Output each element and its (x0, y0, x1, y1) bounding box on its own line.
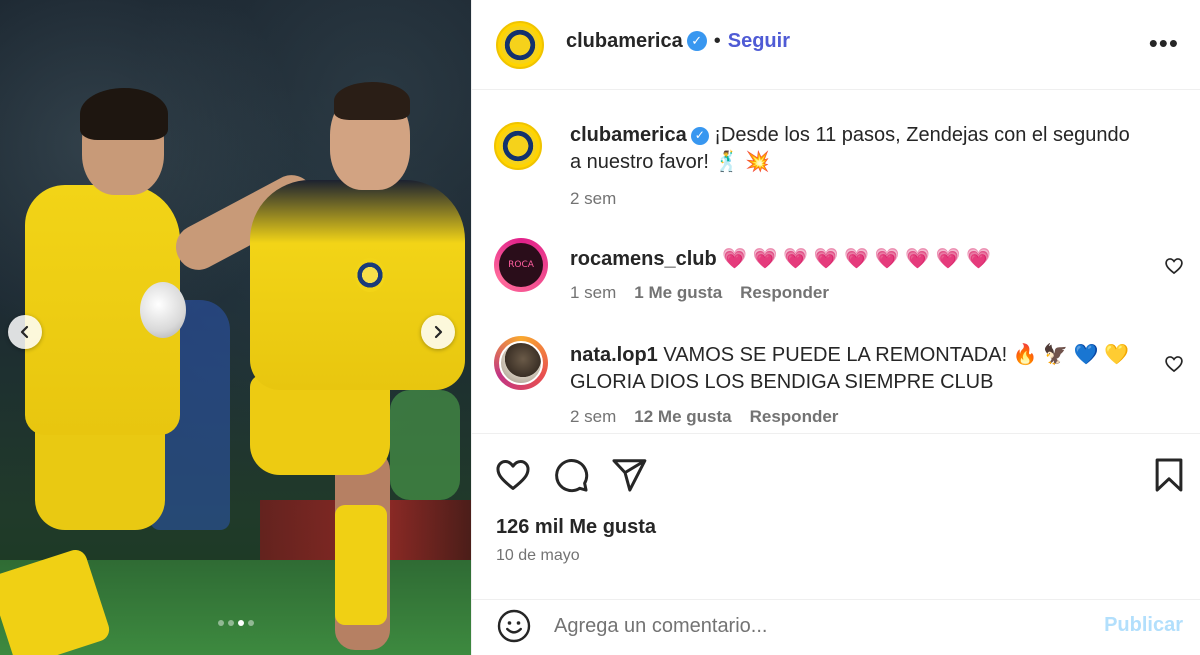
caption-username[interactable]: clubamerica (570, 124, 687, 146)
jersey-crest (355, 258, 385, 292)
carousel-prev-button[interactable] (8, 315, 42, 349)
post-side-panel: clubamerica ✓ • Seguir ••• clubamerica ✓ ¡De… (471, 0, 1200, 655)
post-caption: clubamerica ✓ ¡Desde los 11 pasos, Zendej… (494, 122, 1184, 212)
commenter-avatar[interactable] (494, 336, 548, 390)
carousel-dots (0, 620, 471, 626)
post-header: clubamerica ✓ • Seguir ••• (472, 0, 1200, 90)
photo-ball (140, 282, 186, 338)
avatar-logo-text: ROCA (508, 260, 534, 270)
comment-text: 💗 💗 💗 💗 💗 💗 💗 💗 💗 (722, 248, 991, 270)
reply-button[interactable]: Responder (750, 407, 839, 427)
publish-button[interactable]: Publicar (1104, 614, 1183, 637)
comment-time[interactable]: 2 sem (570, 407, 616, 427)
caption-body: clubamerica ✓ ¡Desde los 11 pasos, Zendej… (570, 122, 1130, 176)
caption-avatar[interactable] (494, 122, 542, 170)
header-separator: • (713, 30, 721, 52)
comment-meta: 1 sem 1 Me gusta Responder (570, 283, 829, 303)
carousel-dot (247, 620, 254, 626)
heart-icon[interactable] (494, 456, 532, 494)
post-media[interactable] (0, 0, 471, 655)
comment-input[interactable] (554, 610, 1074, 642)
caption-meta: 2 sem (570, 189, 616, 209)
comment-body: rocamens_club 💗 💗 💗 💗 💗 💗 💗 💗 💗 (570, 246, 1130, 273)
post-dialog: clubamerica ✓ • Seguir ••• clubamerica ✓ ¡De… (0, 0, 1200, 655)
chevron-right-icon (434, 325, 443, 339)
comment-bubble-icon[interactable] (552, 456, 590, 494)
comment-meta: 2 sem 12 Me gusta Responder (570, 407, 838, 427)
player-left-hair (80, 88, 168, 140)
carousel-next-button[interactable] (421, 315, 455, 349)
verified-badge-icon: ✓ (686, 31, 707, 51)
post-date[interactable]: 10 de mayo (496, 547, 580, 565)
club-avatar[interactable] (496, 21, 544, 69)
reply-button[interactable]: Responder (740, 283, 829, 303)
follow-button[interactable]: Seguir (728, 30, 790, 52)
comment-time[interactable]: 1 sem (570, 283, 616, 303)
club-crest-logo (499, 127, 537, 165)
player-right-shorts (250, 375, 390, 475)
carousel-dot-active (237, 620, 244, 626)
header-identity: clubamerica ✓ • Seguir (566, 30, 790, 53)
bookmark-icon[interactable] (1150, 456, 1188, 494)
post-actions: 126 mil Me gusta 10 de mayo (472, 433, 1200, 599)
comment-item: nata.lop1 VAMOS SE PUEDE LA REMONTADA! 🔥… (494, 336, 1184, 431)
player-right-hair (334, 82, 410, 120)
avatar-photo (499, 341, 543, 385)
commenter-avatar[interactable]: ROCA (494, 238, 548, 292)
comment-likes[interactable]: 1 Me gusta (634, 283, 722, 303)
comment-item: ROCA rocamens_club 💗 💗 💗 💗 💗 💗 💗 💗 💗 1 s… (494, 238, 1184, 308)
comment-username[interactable]: rocamens_club (570, 248, 717, 270)
carousel-dot (227, 620, 234, 626)
verified-badge-icon: ✓ (690, 126, 709, 145)
comment-like-heart-icon[interactable] (1164, 256, 1184, 276)
rocamens-logo: ROCA (499, 243, 543, 287)
like-count[interactable]: 126 mil Me gusta (496, 516, 656, 539)
send-icon[interactable] (610, 456, 648, 494)
player-left-shorts (35, 420, 165, 530)
comment-likes[interactable]: 12 Me gusta (634, 407, 731, 427)
header-username[interactable]: clubamerica (566, 30, 683, 52)
comment-body: nata.lop1 VAMOS SE PUEDE LA REMONTADA! 🔥… (570, 342, 1130, 396)
chevron-left-icon (20, 325, 29, 339)
comment-composer: Publicar (472, 599, 1200, 655)
comment-username[interactable]: nata.lop1 (570, 344, 658, 366)
carousel-dot (217, 620, 224, 626)
photo-background-referee (390, 390, 460, 500)
player-right-sock (335, 505, 387, 625)
comments-list[interactable]: clubamerica ✓ ¡Desde los 11 pasos, Zendej… (472, 90, 1200, 433)
more-options-icon[interactable]: ••• (1149, 28, 1179, 59)
emoji-icon[interactable] (496, 608, 532, 644)
club-crest-logo (501, 26, 539, 64)
caption-time[interactable]: 2 sem (570, 189, 616, 209)
comment-like-heart-icon[interactable] (1164, 354, 1184, 374)
